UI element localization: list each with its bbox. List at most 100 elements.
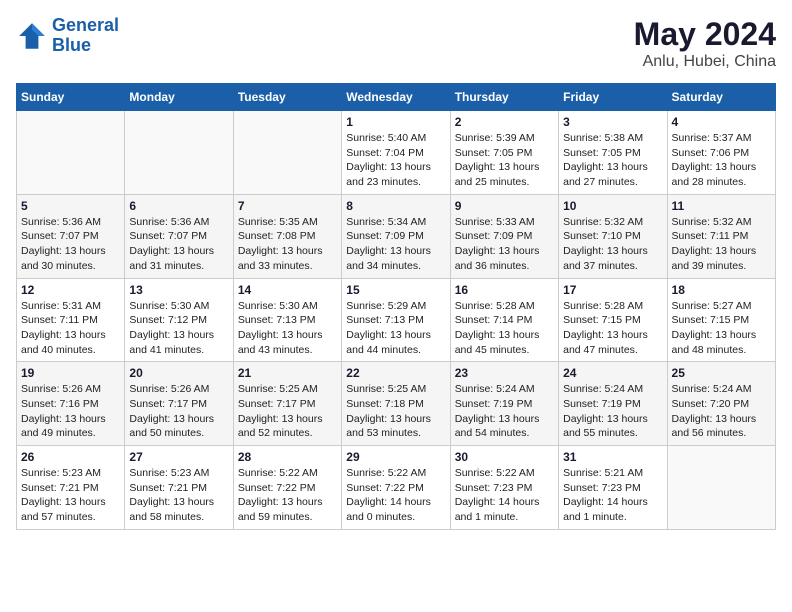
logo-icon (16, 20, 48, 52)
day-number: 15 (346, 283, 445, 297)
weekday-header-saturday: Saturday (667, 84, 775, 111)
weekday-header-sunday: Sunday (17, 84, 125, 111)
calendar-cell: 26 Sunrise: 5:23 AM Sunset: 7:21 PM Dayli… (17, 446, 125, 530)
calendar-cell: 22 Sunrise: 5:25 AM Sunset: 7:18 PM Dayli… (342, 362, 450, 446)
day-number: 7 (238, 199, 337, 213)
day-number: 24 (563, 366, 662, 380)
day-number: 30 (455, 450, 554, 464)
calendar-cell (667, 446, 775, 530)
day-info: Sunrise: 5:26 AM Sunset: 7:16 PM Dayligh… (21, 382, 120, 441)
day-number: 17 (563, 283, 662, 297)
day-number: 11 (672, 199, 771, 213)
day-info: Sunrise: 5:29 AM Sunset: 7:13 PM Dayligh… (346, 299, 445, 358)
calendar-cell: 9 Sunrise: 5:33 AM Sunset: 7:09 PM Daylig… (450, 194, 558, 278)
week-row-5: 26 Sunrise: 5:23 AM Sunset: 7:21 PM Dayli… (17, 446, 776, 530)
day-info: Sunrise: 5:36 AM Sunset: 7:07 PM Dayligh… (129, 215, 228, 274)
day-info: Sunrise: 5:37 AM Sunset: 7:06 PM Dayligh… (672, 131, 771, 190)
day-info: Sunrise: 5:31 AM Sunset: 7:11 PM Dayligh… (21, 299, 120, 358)
day-info: Sunrise: 5:26 AM Sunset: 7:17 PM Dayligh… (129, 382, 228, 441)
day-info: Sunrise: 5:28 AM Sunset: 7:15 PM Dayligh… (563, 299, 662, 358)
title-block: May 2024 Anlu, Hubei, China (634, 16, 776, 71)
calendar-cell: 3 Sunrise: 5:38 AM Sunset: 7:05 PM Daylig… (559, 111, 667, 195)
day-info: Sunrise: 5:32 AM Sunset: 7:10 PM Dayligh… (563, 215, 662, 274)
day-number: 31 (563, 450, 662, 464)
day-info: Sunrise: 5:30 AM Sunset: 7:13 PM Dayligh… (238, 299, 337, 358)
weekday-header-row: SundayMondayTuesdayWednesdayThursdayFrid… (17, 84, 776, 111)
day-number: 25 (672, 366, 771, 380)
day-info: Sunrise: 5:30 AM Sunset: 7:12 PM Dayligh… (129, 299, 228, 358)
location-title: Anlu, Hubei, China (634, 53, 776, 71)
calendar-cell: 29 Sunrise: 5:22 AM Sunset: 7:22 PM Dayli… (342, 446, 450, 530)
calendar-cell: 5 Sunrise: 5:36 AM Sunset: 7:07 PM Daylig… (17, 194, 125, 278)
day-number: 21 (238, 366, 337, 380)
calendar-cell: 18Sunrise: 5:27 AM Sunset: 7:15 PM Dayli… (667, 278, 775, 362)
calendar-cell: 19 Sunrise: 5:26 AM Sunset: 7:16 PM Dayli… (17, 362, 125, 446)
day-number: 14 (238, 283, 337, 297)
day-info: Sunrise: 5:23 AM Sunset: 7:21 PM Dayligh… (21, 466, 120, 525)
day-number: 8 (346, 199, 445, 213)
calendar-cell: 11Sunrise: 5:32 AM Sunset: 7:11 PM Dayli… (667, 194, 775, 278)
day-number: 29 (346, 450, 445, 464)
day-number: 10 (563, 199, 662, 213)
calendar-cell: 20Sunrise: 5:26 AM Sunset: 7:17 PM Dayli… (125, 362, 233, 446)
calendar: SundayMondayTuesdayWednesdayThursdayFrid… (16, 83, 776, 530)
week-row-4: 19 Sunrise: 5:26 AM Sunset: 7:16 PM Dayli… (17, 362, 776, 446)
calendar-cell: 17 Sunrise: 5:28 AM Sunset: 7:15 PM Dayli… (559, 278, 667, 362)
day-info: Sunrise: 5:23 AM Sunset: 7:21 PM Dayligh… (129, 466, 228, 525)
weekday-header-wednesday: Wednesday (342, 84, 450, 111)
page-header: General Blue May 2024 Anlu, Hubei, China (16, 16, 776, 71)
calendar-cell: 24 Sunrise: 5:24 AM Sunset: 7:19 PM Dayli… (559, 362, 667, 446)
day-number: 27 (129, 450, 228, 464)
calendar-cell: 12 Sunrise: 5:31 AM Sunset: 7:11 PM Dayli… (17, 278, 125, 362)
day-info: Sunrise: 5:38 AM Sunset: 7:05 PM Dayligh… (563, 131, 662, 190)
week-row-2: 5 Sunrise: 5:36 AM Sunset: 7:07 PM Daylig… (17, 194, 776, 278)
calendar-cell: 8 Sunrise: 5:34 AM Sunset: 7:09 PM Daylig… (342, 194, 450, 278)
day-info: Sunrise: 5:25 AM Sunset: 7:17 PM Dayligh… (238, 382, 337, 441)
day-info: Sunrise: 5:24 AM Sunset: 7:19 PM Dayligh… (563, 382, 662, 441)
day-info: Sunrise: 5:33 AM Sunset: 7:09 PM Dayligh… (455, 215, 554, 274)
calendar-cell (17, 111, 125, 195)
calendar-cell: 27 Sunrise: 5:23 AM Sunset: 7:21 PM Dayli… (125, 446, 233, 530)
calendar-cell: 16 Sunrise: 5:28 AM Sunset: 7:14 PM Dayli… (450, 278, 558, 362)
weekday-header-monday: Monday (125, 84, 233, 111)
calendar-cell: 21 Sunrise: 5:25 AM Sunset: 7:17 PM Dayli… (233, 362, 341, 446)
month-title: May 2024 (634, 16, 776, 53)
day-number: 5 (21, 199, 120, 213)
day-info: Sunrise: 5:35 AM Sunset: 7:08 PM Dayligh… (238, 215, 337, 274)
day-number: 6 (129, 199, 228, 213)
day-number: 3 (563, 115, 662, 129)
calendar-cell: 15 Sunrise: 5:29 AM Sunset: 7:13 PM Dayli… (342, 278, 450, 362)
calendar-cell: 1Sunrise: 5:40 AM Sunset: 7:04 PM Daylig… (342, 111, 450, 195)
week-row-1: 1Sunrise: 5:40 AM Sunset: 7:04 PM Daylig… (17, 111, 776, 195)
day-number: 13 (129, 283, 228, 297)
calendar-cell: 7 Sunrise: 5:35 AM Sunset: 7:08 PM Daylig… (233, 194, 341, 278)
calendar-cell (125, 111, 233, 195)
day-number: 2 (455, 115, 554, 129)
weekday-header-tuesday: Tuesday (233, 84, 341, 111)
calendar-cell: 25Sunrise: 5:24 AM Sunset: 7:20 PM Dayli… (667, 362, 775, 446)
day-info: Sunrise: 5:22 AM Sunset: 7:22 PM Dayligh… (346, 466, 445, 525)
calendar-cell: 31 Sunrise: 5:21 AM Sunset: 7:23 PM Dayli… (559, 446, 667, 530)
day-info: Sunrise: 5:24 AM Sunset: 7:19 PM Dayligh… (455, 382, 554, 441)
day-info: Sunrise: 5:21 AM Sunset: 7:23 PM Dayligh… (563, 466, 662, 525)
day-number: 1 (346, 115, 445, 129)
calendar-cell: 23Sunrise: 5:24 AM Sunset: 7:19 PM Dayli… (450, 362, 558, 446)
day-number: 12 (21, 283, 120, 297)
day-number: 22 (346, 366, 445, 380)
logo-blue: Blue (52, 35, 91, 55)
day-info: Sunrise: 5:34 AM Sunset: 7:09 PM Dayligh… (346, 215, 445, 274)
day-info: Sunrise: 5:22 AM Sunset: 7:23 PM Dayligh… (455, 466, 554, 525)
calendar-cell (233, 111, 341, 195)
day-info: Sunrise: 5:28 AM Sunset: 7:14 PM Dayligh… (455, 299, 554, 358)
day-info: Sunrise: 5:25 AM Sunset: 7:18 PM Dayligh… (346, 382, 445, 441)
day-number: 26 (21, 450, 120, 464)
day-number: 9 (455, 199, 554, 213)
logo: General Blue (16, 16, 119, 56)
day-number: 16 (455, 283, 554, 297)
day-info: Sunrise: 5:36 AM Sunset: 7:07 PM Dayligh… (21, 215, 120, 274)
calendar-cell: 10 Sunrise: 5:32 AM Sunset: 7:10 PM Dayli… (559, 194, 667, 278)
weekday-header-thursday: Thursday (450, 84, 558, 111)
day-number: 19 (21, 366, 120, 380)
weekday-header-friday: Friday (559, 84, 667, 111)
day-number: 4 (672, 115, 771, 129)
